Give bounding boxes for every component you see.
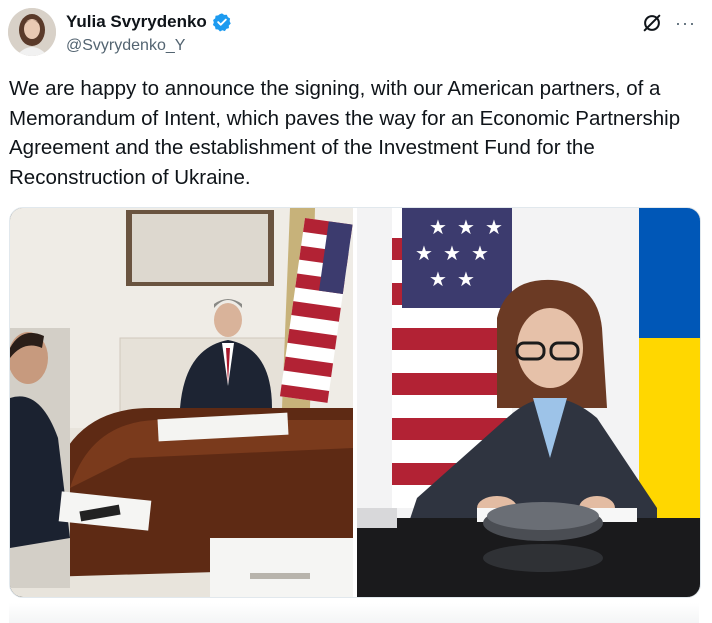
header-actions: ··· bbox=[641, 12, 696, 34]
tweet-media[interactable]: ★ ★ ★ ★ ★ ★ ★ ★ bbox=[9, 207, 701, 598]
display-name[interactable]: Yulia Svyrydenko bbox=[66, 12, 207, 32]
user-avatar-icon bbox=[8, 8, 56, 56]
svg-text:★: ★ bbox=[485, 215, 503, 239]
photo-minister-signing[interactable]: ★ ★ ★ ★ ★ ★ ★ ★ bbox=[357, 208, 700, 597]
grok-icon[interactable] bbox=[641, 12, 663, 34]
verified-badge-icon bbox=[212, 13, 231, 32]
photo-signing-video-call[interactable] bbox=[10, 208, 353, 597]
avatar[interactable] bbox=[8, 8, 56, 56]
svg-text:★: ★ bbox=[457, 215, 475, 239]
bottom-fade bbox=[9, 603, 699, 623]
svg-text:★: ★ bbox=[471, 241, 489, 265]
svg-text:★: ★ bbox=[415, 241, 433, 265]
tweet-text: We are happy to announce the signing, wi… bbox=[9, 77, 681, 189]
svg-text:★: ★ bbox=[443, 241, 461, 265]
svg-text:★: ★ bbox=[457, 267, 475, 291]
tweet-header: Yulia Svyrydenko @Svyrydenko_Y ··· bbox=[8, 6, 704, 62]
name-row: Yulia Svyrydenko bbox=[66, 12, 232, 32]
svg-text:★: ★ bbox=[429, 267, 447, 291]
user-handle[interactable]: @Svyrydenko_Y bbox=[66, 37, 185, 55]
svg-text:★: ★ bbox=[429, 215, 447, 239]
more-options-icon[interactable]: ··· bbox=[675, 14, 696, 32]
